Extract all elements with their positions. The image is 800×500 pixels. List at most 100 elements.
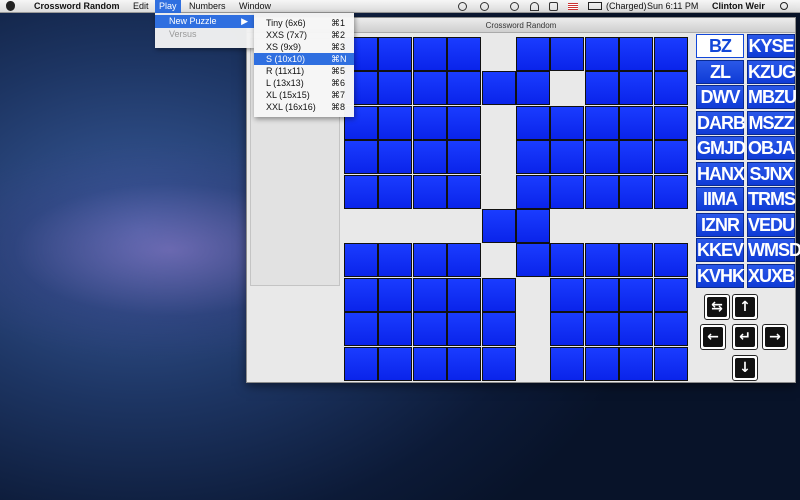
- grid-cell[interactable]: [412, 243, 447, 278]
- grid-cell[interactable]: [619, 243, 654, 278]
- grid-cell[interactable]: [550, 37, 585, 71]
- grid-cell[interactable]: [653, 312, 688, 347]
- battery-status[interactable]: (Charged): [606, 1, 647, 12]
- word-tile[interactable]: BZ: [696, 34, 744, 58]
- grid-cell[interactable]: [653, 140, 688, 175]
- apple-menu-icon[interactable]: [6, 1, 15, 11]
- grid-cell[interactable]: [584, 140, 619, 175]
- grid-cell[interactable]: [447, 71, 482, 106]
- grid-cell[interactable]: [619, 105, 654, 140]
- grid-cell[interactable]: [619, 140, 654, 175]
- grid-cell[interactable]: [516, 71, 550, 106]
- grid-cell[interactable]: [653, 71, 688, 106]
- grid-cell[interactable]: [653, 346, 688, 381]
- grid-cell[interactable]: [619, 174, 654, 209]
- grid-cell[interactable]: [584, 37, 619, 71]
- grid-cell[interactable]: [516, 209, 550, 243]
- grid-cell[interactable]: [653, 277, 688, 312]
- grid-cell[interactable]: [550, 105, 585, 140]
- grid-cell[interactable]: [584, 243, 619, 278]
- grid-cell[interactable]: [447, 37, 482, 71]
- grid-cell[interactable]: [412, 174, 447, 209]
- right-button[interactable]: →: [762, 324, 788, 350]
- word-tile[interactable]: IIMA: [696, 187, 744, 211]
- grid-cell[interactable]: [550, 140, 585, 175]
- puzzle-size-item[interactable]: R (11x11) ⌘5: [254, 65, 354, 77]
- grid-cell[interactable]: [550, 312, 585, 347]
- swap-direction-button[interactable]: ⇆: [704, 294, 730, 320]
- grid-cell[interactable]: [584, 105, 619, 140]
- grid-cell[interactable]: [481, 312, 516, 347]
- word-tile[interactable]: KYSE: [747, 34, 795, 58]
- grid-cell[interactable]: [516, 174, 550, 209]
- clock[interactable]: Sun 6:11 PM: [647, 1, 698, 12]
- grid-cell[interactable]: [619, 277, 654, 312]
- grid-cell[interactable]: [653, 174, 688, 209]
- grid-cell[interactable]: [412, 105, 447, 140]
- new-puzzle-item[interactable]: New Puzzle ▶: [155, 15, 254, 28]
- grid-cell[interactable]: [516, 243, 550, 278]
- puzzle-size-item[interactable]: L (13x13) ⌘6: [254, 77, 354, 89]
- puzzle-size-item[interactable]: XL (15x15) ⌘7: [254, 89, 354, 101]
- grid-cell[interactable]: [378, 140, 413, 175]
- menu-play[interactable]: Play: [155, 0, 181, 13]
- grid-cell[interactable]: [619, 71, 654, 106]
- grid-cell[interactable]: [481, 346, 516, 381]
- menu-numbers[interactable]: Numbers: [189, 1, 226, 13]
- grid-cell[interactable]: [344, 277, 378, 312]
- word-tile[interactable]: GMJD: [696, 136, 746, 160]
- grid-cell[interactable]: [447, 277, 482, 312]
- grid-cell[interactable]: [516, 140, 550, 175]
- versus-item[interactable]: Versus: [155, 28, 254, 41]
- word-tile[interactable]: KZUG: [747, 59, 796, 84]
- grid-cell[interactable]: [378, 243, 413, 278]
- word-tile[interactable]: VEDU: [747, 212, 795, 237]
- grid-cell[interactable]: [378, 105, 413, 140]
- grid-cell[interactable]: [378, 37, 413, 71]
- time-machine-icon[interactable]: [480, 2, 489, 11]
- grid-cell[interactable]: [584, 346, 619, 381]
- puzzle-size-item[interactable]: S (10x10) ⌘N: [254, 53, 354, 65]
- grid-cell[interactable]: [619, 346, 654, 381]
- grid-cell[interactable]: [653, 37, 688, 71]
- grid-cell[interactable]: [481, 209, 516, 243]
- clock-icon[interactable]: [510, 2, 519, 11]
- grid-cell[interactable]: [344, 346, 378, 381]
- word-tile[interactable]: MBZU: [747, 85, 797, 109]
- word-tile[interactable]: ZL: [696, 59, 744, 84]
- grid-cell[interactable]: [584, 174, 619, 209]
- down-button[interactable]: ↓: [732, 355, 758, 381]
- left-button[interactable]: ←: [700, 324, 726, 350]
- grid-cell[interactable]: [516, 37, 550, 71]
- grid-cell[interactable]: [412, 140, 447, 175]
- grid-cell[interactable]: [412, 312, 447, 347]
- app-menu[interactable]: Crossword Random: [34, 1, 120, 13]
- sync-icon[interactable]: [458, 2, 467, 11]
- grid-cell[interactable]: [550, 243, 585, 278]
- grid-cell[interactable]: [619, 37, 654, 71]
- grid-cell[interactable]: [550, 277, 585, 312]
- word-tile[interactable]: KKEV: [696, 238, 744, 262]
- puzzle-size-item[interactable]: XXS (7x7) ⌘2: [254, 29, 354, 41]
- grid-cell[interactable]: [378, 312, 413, 347]
- wifi-icon[interactable]: [530, 2, 539, 11]
- enter-button[interactable]: ↵: [732, 324, 758, 350]
- grid-cell[interactable]: [584, 277, 619, 312]
- word-tile[interactable]: TRMS: [747, 187, 796, 211]
- input-source-flag-icon[interactable]: [568, 3, 578, 10]
- grid-cell[interactable]: [412, 71, 447, 106]
- grid-cell[interactable]: [447, 312, 482, 347]
- spotlight-search-icon[interactable]: [780, 2, 788, 10]
- grid-cell[interactable]: [584, 71, 619, 106]
- grid-cell[interactable]: [653, 243, 688, 278]
- battery-icon[interactable]: [588, 2, 602, 10]
- menu-window[interactable]: Window: [239, 1, 271, 13]
- grid-cell[interactable]: [550, 174, 585, 209]
- grid-cell[interactable]: [344, 243, 378, 278]
- word-tile[interactable]: KVHK: [696, 263, 745, 288]
- word-tile[interactable]: WMSD: [747, 238, 800, 262]
- grid-cell[interactable]: [584, 312, 619, 347]
- grid-cell[interactable]: [412, 277, 447, 312]
- grid-cell[interactable]: [447, 174, 482, 209]
- grid-cell[interactable]: [653, 105, 688, 140]
